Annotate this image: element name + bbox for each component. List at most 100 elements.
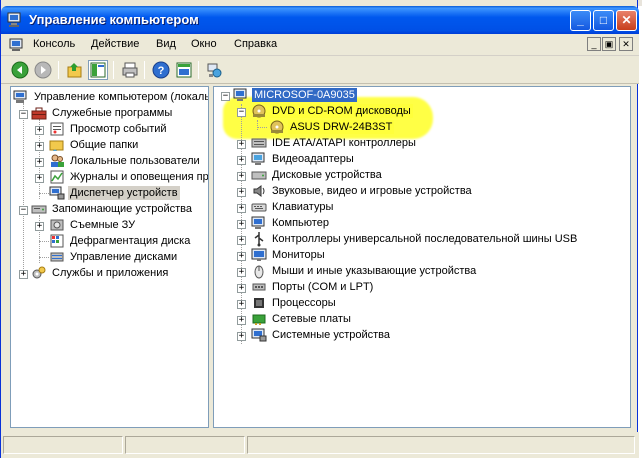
- tree-performance-logs[interactable]: Журналы и оповещения пр: [49, 169, 208, 185]
- toolbar: ?: [1, 56, 639, 84]
- expand-toggle-mouse[interactable]: +: [237, 268, 246, 277]
- tree-root[interactable]: Управление компьютером (локаль: [13, 89, 208, 105]
- export-list-icon: [176, 62, 192, 78]
- tree-shared-folders[interactable]: Общие папки: [49, 137, 140, 153]
- expand-toggle-local-users[interactable]: +: [35, 158, 44, 167]
- mdi-minimize-button[interactable]: _: [587, 37, 601, 51]
- expand-toggle-network[interactable]: +: [237, 316, 246, 325]
- back-button[interactable]: [10, 60, 30, 80]
- tree-local-users[interactable]: Локальные пользователи: [49, 153, 202, 169]
- ports-icon: [252, 283, 266, 291]
- tree-disk-defragmenter[interactable]: Дефрагментация диска: [49, 233, 192, 249]
- forward-button[interactable]: [33, 60, 53, 80]
- network-icon: [252, 314, 266, 325]
- category-ports[interactable]: Порты (COM и LPT): [251, 279, 375, 295]
- collapse-toggle-system-tools[interactable]: −: [19, 110, 28, 119]
- menu-console[interactable]: Консоль: [33, 38, 75, 50]
- expand-toggle-keyboard[interactable]: +: [237, 204, 246, 213]
- print-button[interactable]: [120, 60, 140, 80]
- menu-window[interactable]: Окно: [191, 38, 217, 50]
- system-icon: [251, 328, 267, 342]
- category-keyboard[interactable]: Клавиатуры: [251, 199, 335, 215]
- expand-toggle-removable[interactable]: +: [35, 222, 44, 231]
- expand-toggle-services[interactable]: +: [19, 270, 28, 279]
- minimize-button[interactable]: _: [570, 10, 591, 31]
- expand-toggle-perf-logs[interactable]: +: [35, 174, 44, 183]
- title-bar[interactable]: Управление компьютером _ □ ✕: [1, 6, 639, 34]
- tree-services-apps[interactable]: Службы и приложения: [31, 265, 170, 281]
- tree-system-tools[interactable]: Служебные программы: [31, 105, 174, 121]
- menu-view[interactable]: Вид: [156, 38, 176, 50]
- category-monitor[interactable]: Мониторы: [251, 247, 327, 263]
- tree-event-viewer[interactable]: Просмотр событий: [49, 121, 169, 137]
- tree-removable-storage[interactable]: Съемные ЗУ: [49, 217, 137, 233]
- category-dvd-cdrom[interactable]: DVD и CD-ROM дисководы: [251, 103, 413, 119]
- tree-system-tools-label: Служебные программы: [52, 107, 173, 119]
- expand-toggle-ide[interactable]: +: [237, 140, 246, 149]
- close-button[interactable]: ✕: [616, 10, 637, 31]
- expand-toggle-usb[interactable]: +: [237, 236, 246, 245]
- collapse-toggle-computer[interactable]: −: [221, 92, 230, 101]
- category-label: Сетевые платы: [272, 313, 351, 325]
- mdi-close-button[interactable]: ✕: [619, 37, 633, 51]
- expand-toggle-cpu[interactable]: +: [237, 300, 246, 309]
- device-asus-drive-label: ASUS DRW-24B3ST: [288, 120, 395, 134]
- maximize-button[interactable]: □: [593, 10, 614, 31]
- collapse-toggle-dvd[interactable]: −: [237, 108, 246, 117]
- category-ide[interactable]: IDE ATA/ATAPI контроллеры: [251, 135, 418, 151]
- help-icon: ?: [152, 61, 170, 79]
- expand-toggle-sound[interactable]: +: [237, 188, 246, 197]
- expand-toggle-shared-folders[interactable]: +: [35, 142, 44, 151]
- properties-button[interactable]: [204, 60, 224, 80]
- collapse-toggle-storage[interactable]: −: [19, 206, 28, 215]
- category-mouse[interactable]: Мыши и иные указывающие устройства: [251, 263, 478, 279]
- category-system[interactable]: Системные устройства: [251, 327, 392, 343]
- expand-toggle-computer[interactable]: +: [237, 220, 246, 229]
- expand-toggle-video[interactable]: +: [237, 156, 246, 165]
- disk-icon: [251, 171, 267, 180]
- category-cpu[interactable]: Процессоры: [251, 295, 338, 311]
- print-icon: [122, 62, 138, 78]
- device-asus-drive[interactable]: ASUS DRW-24B3ST: [269, 119, 395, 135]
- menu-action[interactable]: Действие: [91, 38, 139, 50]
- category-disk[interactable]: Дисковые устройства: [251, 167, 384, 183]
- tree-removable-storage-label: Съемные ЗУ: [70, 219, 136, 231]
- computer-management-icon: [7, 12, 21, 27]
- dvd-drive-icon: [252, 104, 266, 118]
- performance-logs-icon: [50, 170, 64, 184]
- tree-disk-management[interactable]: Управление дисками: [49, 249, 179, 265]
- computer-management-window: Управление компьютером _ □ ✕ Консоль Дей…: [0, 0, 639, 458]
- show-hide-tree-button[interactable]: [88, 60, 108, 80]
- category-label: Дисковые устройства: [272, 169, 382, 181]
- export-list-button[interactable]: [174, 60, 194, 80]
- category-video[interactable]: Видеоадаптеры: [251, 151, 356, 167]
- tree-local-users-label: Локальные пользователи: [70, 155, 200, 167]
- device-root[interactable]: MICROSOF-0A9035: [233, 87, 357, 103]
- console-tree-pane[interactable]: Управление компьютером (локаль − Служебн…: [10, 86, 209, 428]
- tree-storage[interactable]: Запоминающие устройства: [31, 201, 194, 217]
- category-label: Видеоадаптеры: [272, 153, 354, 165]
- expand-toggle-ports[interactable]: +: [237, 284, 246, 293]
- menu-help[interactable]: Справка: [234, 38, 277, 50]
- category-computer[interactable]: Компьютер: [251, 215, 331, 231]
- tree-device-manager[interactable]: Диспетчер устройств: [49, 185, 180, 201]
- console-window-icon[interactable]: [9, 37, 25, 53]
- expand-toggle-monitor[interactable]: +: [237, 252, 246, 261]
- up-one-level-button[interactable]: [65, 60, 85, 80]
- help-button[interactable]: ?: [151, 60, 171, 80]
- expand-toggle-system[interactable]: +: [237, 332, 246, 341]
- category-network[interactable]: Сетевые платы: [251, 311, 353, 327]
- back-icon: [11, 61, 29, 79]
- category-usb[interactable]: Контроллеры универсальной последовательн…: [251, 231, 579, 247]
- expand-toggle-event-viewer[interactable]: +: [35, 126, 44, 135]
- disk-management-icon: [50, 252, 64, 262]
- defrag-icon: [50, 234, 64, 248]
- window-title: Управление компьютером: [29, 12, 199, 27]
- usb-icon: [254, 232, 264, 247]
- mdi-restore-button[interactable]: ▣: [602, 37, 616, 51]
- category-sound[interactable]: Звуковые, видео и игровые устройства: [251, 183, 474, 199]
- properties-icon: [207, 63, 222, 78]
- category-label: Контроллеры универсальной последовательн…: [272, 233, 578, 245]
- svg-text:?: ?: [158, 65, 165, 77]
- expand-toggle-disk[interactable]: +: [237, 172, 246, 181]
